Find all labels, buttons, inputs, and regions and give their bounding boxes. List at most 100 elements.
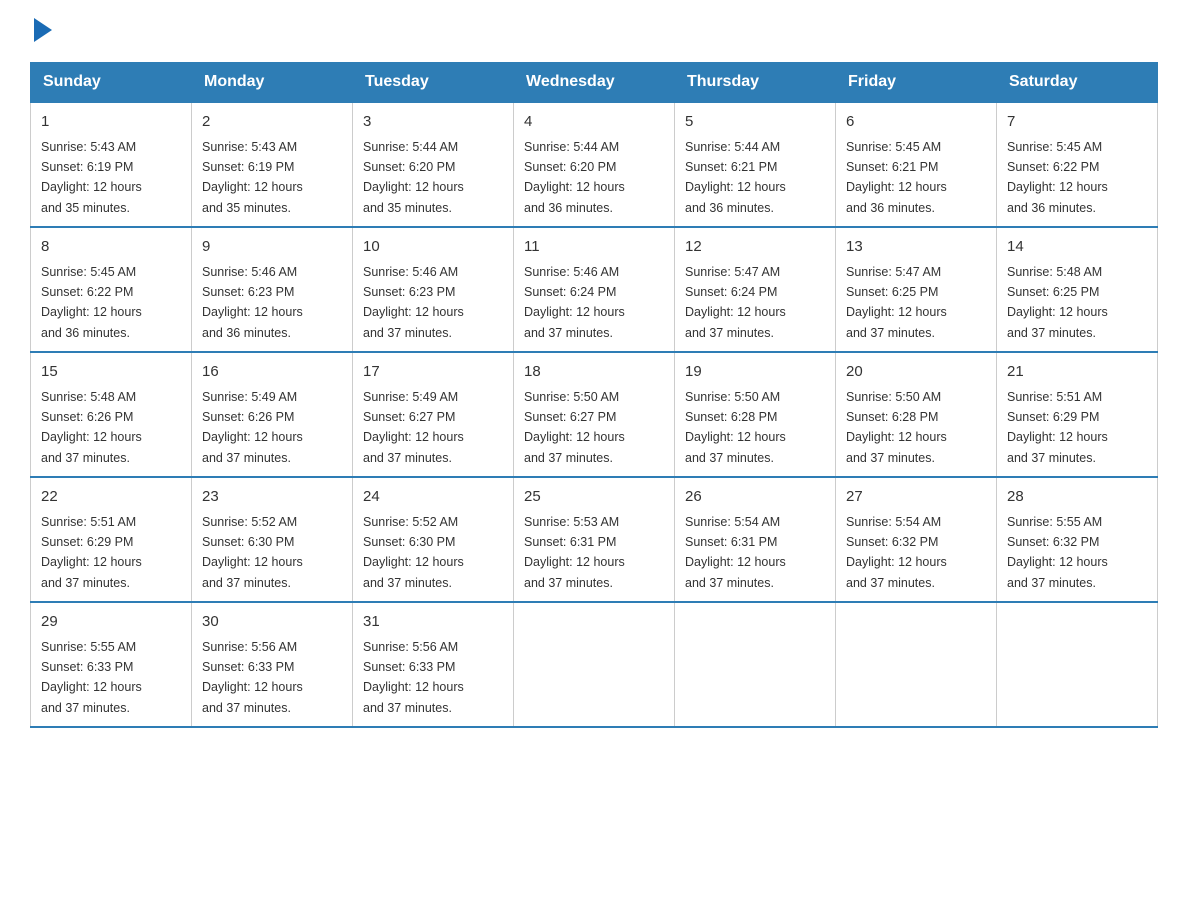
page-header	[30, 20, 1158, 42]
calendar-cell: 26 Sunrise: 5:54 AMSunset: 6:31 PMDaylig…	[675, 477, 836, 602]
day-number: 28	[1007, 486, 1147, 509]
calendar-cell: 9 Sunrise: 5:46 AMSunset: 6:23 PMDayligh…	[192, 227, 353, 352]
day-number: 4	[524, 111, 664, 134]
day-number: 16	[202, 361, 342, 384]
day-info: Sunrise: 5:55 AMSunset: 6:33 PMDaylight:…	[41, 640, 142, 715]
day-number: 7	[1007, 111, 1147, 134]
day-number: 6	[846, 111, 986, 134]
calendar-cell: 13 Sunrise: 5:47 AMSunset: 6:25 PMDaylig…	[836, 227, 997, 352]
day-number: 26	[685, 486, 825, 509]
calendar-cell: 18 Sunrise: 5:50 AMSunset: 6:27 PMDaylig…	[514, 352, 675, 477]
day-info: Sunrise: 5:44 AMSunset: 6:20 PMDaylight:…	[363, 140, 464, 215]
calendar-cell: 7 Sunrise: 5:45 AMSunset: 6:22 PMDayligh…	[997, 102, 1158, 227]
calendar-cell: 10 Sunrise: 5:46 AMSunset: 6:23 PMDaylig…	[353, 227, 514, 352]
calendar-cell: 20 Sunrise: 5:50 AMSunset: 6:28 PMDaylig…	[836, 352, 997, 477]
calendar-cell: 19 Sunrise: 5:50 AMSunset: 6:28 PMDaylig…	[675, 352, 836, 477]
calendar-cell: 1 Sunrise: 5:43 AMSunset: 6:19 PMDayligh…	[31, 102, 192, 227]
calendar-cell: 11 Sunrise: 5:46 AMSunset: 6:24 PMDaylig…	[514, 227, 675, 352]
calendar-cell	[997, 602, 1158, 727]
calendar-cell: 2 Sunrise: 5:43 AMSunset: 6:19 PMDayligh…	[192, 102, 353, 227]
day-number: 22	[41, 486, 181, 509]
day-number: 12	[685, 236, 825, 259]
day-info: Sunrise: 5:47 AMSunset: 6:25 PMDaylight:…	[846, 265, 947, 340]
day-number: 8	[41, 236, 181, 259]
day-info: Sunrise: 5:44 AMSunset: 6:20 PMDaylight:…	[524, 140, 625, 215]
day-info: Sunrise: 5:45 AMSunset: 6:22 PMDaylight:…	[1007, 140, 1108, 215]
day-number: 27	[846, 486, 986, 509]
logo	[30, 20, 52, 42]
calendar-cell: 6 Sunrise: 5:45 AMSunset: 6:21 PMDayligh…	[836, 102, 997, 227]
day-number: 18	[524, 361, 664, 384]
day-number: 29	[41, 611, 181, 634]
day-info: Sunrise: 5:45 AMSunset: 6:22 PMDaylight:…	[41, 265, 142, 340]
day-number: 5	[685, 111, 825, 134]
day-info: Sunrise: 5:56 AMSunset: 6:33 PMDaylight:…	[363, 640, 464, 715]
day-info: Sunrise: 5:47 AMSunset: 6:24 PMDaylight:…	[685, 265, 786, 340]
day-info: Sunrise: 5:48 AMSunset: 6:25 PMDaylight:…	[1007, 265, 1108, 340]
calendar-cell: 3 Sunrise: 5:44 AMSunset: 6:20 PMDayligh…	[353, 102, 514, 227]
calendar-week-row: 22 Sunrise: 5:51 AMSunset: 6:29 PMDaylig…	[31, 477, 1158, 602]
calendar-cell: 23 Sunrise: 5:52 AMSunset: 6:30 PMDaylig…	[192, 477, 353, 602]
day-header-monday: Monday	[192, 63, 353, 103]
day-info: Sunrise: 5:53 AMSunset: 6:31 PMDaylight:…	[524, 515, 625, 590]
day-number: 19	[685, 361, 825, 384]
day-header-wednesday: Wednesday	[514, 63, 675, 103]
calendar-cell: 28 Sunrise: 5:55 AMSunset: 6:32 PMDaylig…	[997, 477, 1158, 602]
calendar-cell: 31 Sunrise: 5:56 AMSunset: 6:33 PMDaylig…	[353, 602, 514, 727]
calendar-cell: 5 Sunrise: 5:44 AMSunset: 6:21 PMDayligh…	[675, 102, 836, 227]
day-info: Sunrise: 5:43 AMSunset: 6:19 PMDaylight:…	[202, 140, 303, 215]
logo-arrow-icon	[34, 18, 52, 42]
day-number: 23	[202, 486, 342, 509]
day-number: 24	[363, 486, 503, 509]
day-number: 13	[846, 236, 986, 259]
day-info: Sunrise: 5:54 AMSunset: 6:31 PMDaylight:…	[685, 515, 786, 590]
calendar-cell: 15 Sunrise: 5:48 AMSunset: 6:26 PMDaylig…	[31, 352, 192, 477]
calendar-cell: 12 Sunrise: 5:47 AMSunset: 6:24 PMDaylig…	[675, 227, 836, 352]
calendar-cell: 17 Sunrise: 5:49 AMSunset: 6:27 PMDaylig…	[353, 352, 514, 477]
day-info: Sunrise: 5:52 AMSunset: 6:30 PMDaylight:…	[202, 515, 303, 590]
day-info: Sunrise: 5:51 AMSunset: 6:29 PMDaylight:…	[41, 515, 142, 590]
calendar-cell: 16 Sunrise: 5:49 AMSunset: 6:26 PMDaylig…	[192, 352, 353, 477]
day-info: Sunrise: 5:50 AMSunset: 6:28 PMDaylight:…	[846, 390, 947, 465]
calendar-week-row: 29 Sunrise: 5:55 AMSunset: 6:33 PMDaylig…	[31, 602, 1158, 727]
day-info: Sunrise: 5:56 AMSunset: 6:33 PMDaylight:…	[202, 640, 303, 715]
calendar-cell	[514, 602, 675, 727]
calendar-cell	[836, 602, 997, 727]
calendar-cell: 27 Sunrise: 5:54 AMSunset: 6:32 PMDaylig…	[836, 477, 997, 602]
day-header-tuesday: Tuesday	[353, 63, 514, 103]
day-number: 21	[1007, 361, 1147, 384]
calendar-cell: 21 Sunrise: 5:51 AMSunset: 6:29 PMDaylig…	[997, 352, 1158, 477]
day-number: 9	[202, 236, 342, 259]
day-header-thursday: Thursday	[675, 63, 836, 103]
day-number: 30	[202, 611, 342, 634]
calendar-week-row: 15 Sunrise: 5:48 AMSunset: 6:26 PMDaylig…	[31, 352, 1158, 477]
calendar-cell: 24 Sunrise: 5:52 AMSunset: 6:30 PMDaylig…	[353, 477, 514, 602]
day-info: Sunrise: 5:43 AMSunset: 6:19 PMDaylight:…	[41, 140, 142, 215]
calendar-cell: 29 Sunrise: 5:55 AMSunset: 6:33 PMDaylig…	[31, 602, 192, 727]
day-number: 1	[41, 111, 181, 134]
day-info: Sunrise: 5:49 AMSunset: 6:27 PMDaylight:…	[363, 390, 464, 465]
day-info: Sunrise: 5:51 AMSunset: 6:29 PMDaylight:…	[1007, 390, 1108, 465]
calendar-table: SundayMondayTuesdayWednesdayThursdayFrid…	[30, 62, 1158, 728]
day-number: 17	[363, 361, 503, 384]
calendar-cell: 30 Sunrise: 5:56 AMSunset: 6:33 PMDaylig…	[192, 602, 353, 727]
day-info: Sunrise: 5:52 AMSunset: 6:30 PMDaylight:…	[363, 515, 464, 590]
calendar-cell: 8 Sunrise: 5:45 AMSunset: 6:22 PMDayligh…	[31, 227, 192, 352]
calendar-cell: 22 Sunrise: 5:51 AMSunset: 6:29 PMDaylig…	[31, 477, 192, 602]
calendar-cell	[675, 602, 836, 727]
day-number: 20	[846, 361, 986, 384]
calendar-cell: 4 Sunrise: 5:44 AMSunset: 6:20 PMDayligh…	[514, 102, 675, 227]
day-number: 14	[1007, 236, 1147, 259]
day-number: 25	[524, 486, 664, 509]
day-number: 15	[41, 361, 181, 384]
day-info: Sunrise: 5:44 AMSunset: 6:21 PMDaylight:…	[685, 140, 786, 215]
day-number: 31	[363, 611, 503, 634]
day-number: 11	[524, 236, 664, 259]
calendar-header-row: SundayMondayTuesdayWednesdayThursdayFrid…	[31, 63, 1158, 103]
day-header-sunday: Sunday	[31, 63, 192, 103]
day-info: Sunrise: 5:49 AMSunset: 6:26 PMDaylight:…	[202, 390, 303, 465]
day-info: Sunrise: 5:45 AMSunset: 6:21 PMDaylight:…	[846, 140, 947, 215]
day-header-friday: Friday	[836, 63, 997, 103]
calendar-week-row: 1 Sunrise: 5:43 AMSunset: 6:19 PMDayligh…	[31, 102, 1158, 227]
day-info: Sunrise: 5:50 AMSunset: 6:27 PMDaylight:…	[524, 390, 625, 465]
